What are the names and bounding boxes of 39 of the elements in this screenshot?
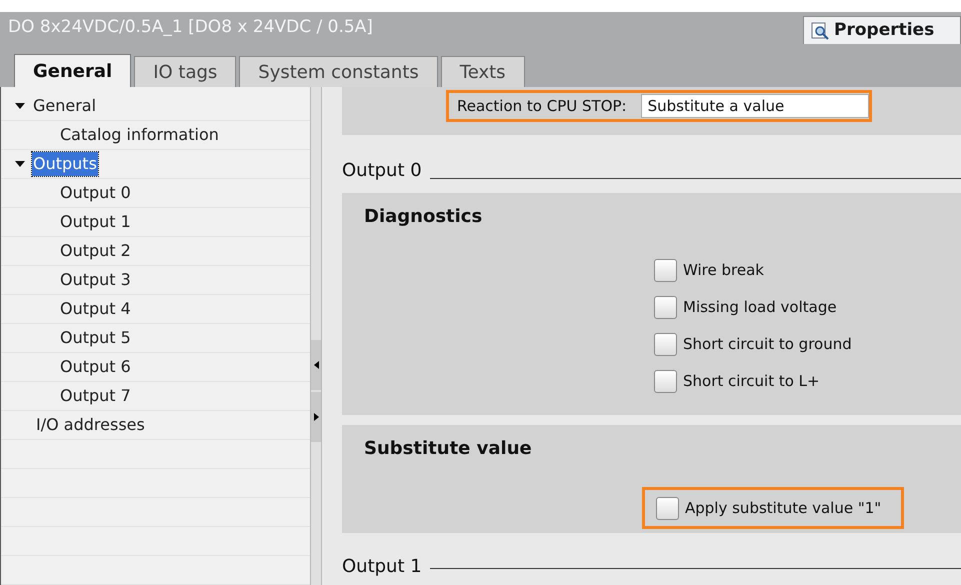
tree-item[interactable]: Outputs <box>32 152 98 176</box>
checkbox[interactable] <box>656 496 679 520</box>
tree-item[interactable]: Output 2 <box>59 239 132 263</box>
expanded-arrow-icon[interactable] <box>15 102 25 110</box>
checkbox-label: Apply substitute value "1" <box>685 498 882 519</box>
expand-right-icon[interactable] <box>314 413 318 421</box>
tab[interactable]: System constants <box>239 56 438 87</box>
checkbox[interactable] <box>654 296 677 318</box>
tree-item[interactable]: Output 5 <box>59 326 132 350</box>
checkbox[interactable] <box>654 258 677 282</box>
tree-item[interactable]: General <box>32 94 98 118</box>
checkbox-label: Short circuit to ground <box>683 334 852 355</box>
tree-item[interactable]: Output 6 <box>59 355 132 379</box>
section-heading: Output 0 <box>342 158 422 182</box>
tree-item[interactable]: Output 7 <box>59 384 132 408</box>
checkbox[interactable] <box>654 332 677 356</box>
collapse-left-icon[interactable] <box>314 361 318 369</box>
tab[interactable]: General <box>14 54 132 87</box>
tab[interactable]: IO tags <box>134 56 236 87</box>
properties-tab[interactable]: Properties <box>803 16 961 44</box>
panel-title: Diagnostics <box>364 205 484 227</box>
checkbox-label: Wire break <box>683 260 764 281</box>
expanded-arrow-icon[interactable] <box>15 160 25 168</box>
tree-item[interactable]: Output 4 <box>59 297 132 321</box>
tree-item[interactable]: Catalog information <box>59 123 220 147</box>
magnifier-document-icon <box>810 20 830 40</box>
tree-item[interactable]: Output 0 <box>59 181 132 205</box>
tree-item[interactable]: Output 1 <box>59 210 132 234</box>
tab[interactable]: Texts <box>440 56 525 87</box>
checkbox-label: Missing load voltage <box>683 296 837 318</box>
tree-item[interactable]: Output 3 <box>59 268 132 292</box>
field-label: Reaction to CPU STOP: <box>457 96 627 117</box>
checkbox-label: Short circuit to L+ <box>683 370 820 392</box>
section-heading: Output 1 <box>342 554 422 578</box>
window-title: DO 8x24VDC/0.5A_1 [DO8 x 24VDC / 0.5A] <box>8 16 373 40</box>
reaction-field[interactable]: Substitute a value <box>640 94 869 118</box>
checkbox[interactable] <box>654 370 677 392</box>
panel-title: Substitute value <box>364 437 533 459</box>
tree-item[interactable]: I/O addresses <box>35 413 146 437</box>
